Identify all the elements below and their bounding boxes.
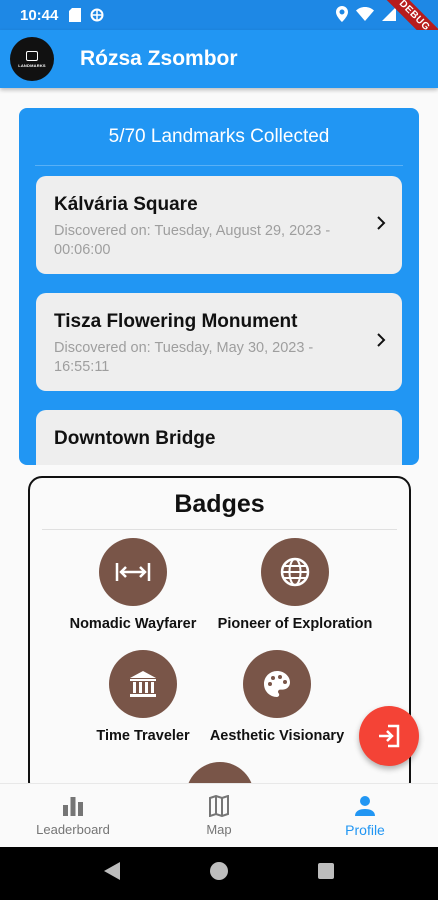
nav-label: Map xyxy=(206,822,232,837)
person-icon xyxy=(353,794,377,818)
badge-label: Aesthetic Visionary xyxy=(209,728,345,744)
logo-text: LANDMARKS xyxy=(18,62,46,68)
landmarks-count-header: 5/70 Landmarks Collected xyxy=(35,108,403,166)
museum-icon xyxy=(130,671,156,697)
badge-circle xyxy=(243,650,311,718)
vpn-icon xyxy=(90,8,104,22)
badge-label: Time Traveler xyxy=(96,728,190,744)
landmark-item[interactable]: Kálvária Square Discovered on: Tuesday, … xyxy=(36,176,402,274)
badge-aesthetic-visionary[interactable]: Aesthetic Visionary xyxy=(187,650,367,744)
nav-label: Profile xyxy=(345,821,385,838)
badge-label: Pioneer of Exploration xyxy=(217,616,373,632)
landmark-item[interactable]: Tisza Flowering Monument Discovered on: … xyxy=(36,293,402,391)
landmark-date-line1: Discovered on: Tuesday, August 29, 2023 … xyxy=(54,223,331,239)
home-icon[interactable] xyxy=(210,862,228,885)
recents-icon[interactable] xyxy=(318,863,334,884)
app-bar: LANDMARKS Rózsa Zsombor xyxy=(0,30,438,88)
page-title: Rózsa Zsombor xyxy=(80,47,238,70)
logo-icon xyxy=(26,50,38,61)
landmark-item[interactable]: Downtown Bridge xyxy=(36,410,402,465)
sd-card-icon xyxy=(68,8,82,22)
landmark-date-line2: 00:06:00 xyxy=(54,242,111,258)
landmark-date-line2: 16:55:11 xyxy=(54,359,110,375)
badge-label: Nomadic Wayfarer xyxy=(69,616,197,632)
landmark-name: Kálvária Square xyxy=(54,194,198,215)
nav-label: Leaderboard xyxy=(36,822,110,837)
nav-map[interactable]: Map xyxy=(146,784,292,847)
logout-icon xyxy=(379,724,400,748)
landmark-name: Downtown Bridge xyxy=(54,428,216,449)
badges-title: Badges xyxy=(42,478,397,530)
chevron-right-icon xyxy=(377,333,386,347)
horizontal-arrows-icon xyxy=(115,563,151,581)
landmark-date: Discovered on: Tuesday, May 30, 2023 - 1… xyxy=(54,339,362,377)
location-icon xyxy=(336,6,348,26)
landmarks-card: 5/70 Landmarks Collected Kálvária Square… xyxy=(19,108,419,465)
badge-circle xyxy=(109,650,177,718)
badge-circle xyxy=(261,538,329,606)
palette-icon xyxy=(264,671,290,697)
chevron-right-icon xyxy=(377,216,386,230)
badge-pioneer-of-exploration[interactable]: Pioneer of Exploration xyxy=(205,538,385,632)
status-time: 10:44 xyxy=(20,6,59,24)
badge-nomadic-wayfarer[interactable]: Nomadic Wayfarer xyxy=(43,538,223,632)
status-bar: 10:44 DEBUG xyxy=(0,0,438,58)
wifi-icon xyxy=(356,7,374,25)
system-navigation-bar xyxy=(0,847,438,900)
landmark-name: Tisza Flowering Monument xyxy=(54,311,298,332)
app-logo[interactable]: LANDMARKS xyxy=(10,37,54,81)
landmark-date-line1: Discovered on: Tuesday, May 30, 2023 - xyxy=(54,340,314,356)
nav-profile[interactable]: Profile xyxy=(292,784,438,847)
map-icon xyxy=(207,794,231,818)
nav-leaderboard[interactable]: Leaderboard xyxy=(0,784,146,847)
globe-icon xyxy=(280,557,310,587)
badge-circle xyxy=(99,538,167,606)
badges-card: Badges Nomadic Wayfarer Pioneer of Explo… xyxy=(28,476,411,796)
bottom-navigation: Leaderboard Map Profile xyxy=(0,783,438,847)
logout-button[interactable] xyxy=(359,706,419,766)
back-icon[interactable] xyxy=(104,862,120,885)
landmark-date: Discovered on: Tuesday, August 29, 2023 … xyxy=(54,222,362,260)
bar-chart-icon xyxy=(61,794,85,818)
signal-icon xyxy=(382,7,396,25)
